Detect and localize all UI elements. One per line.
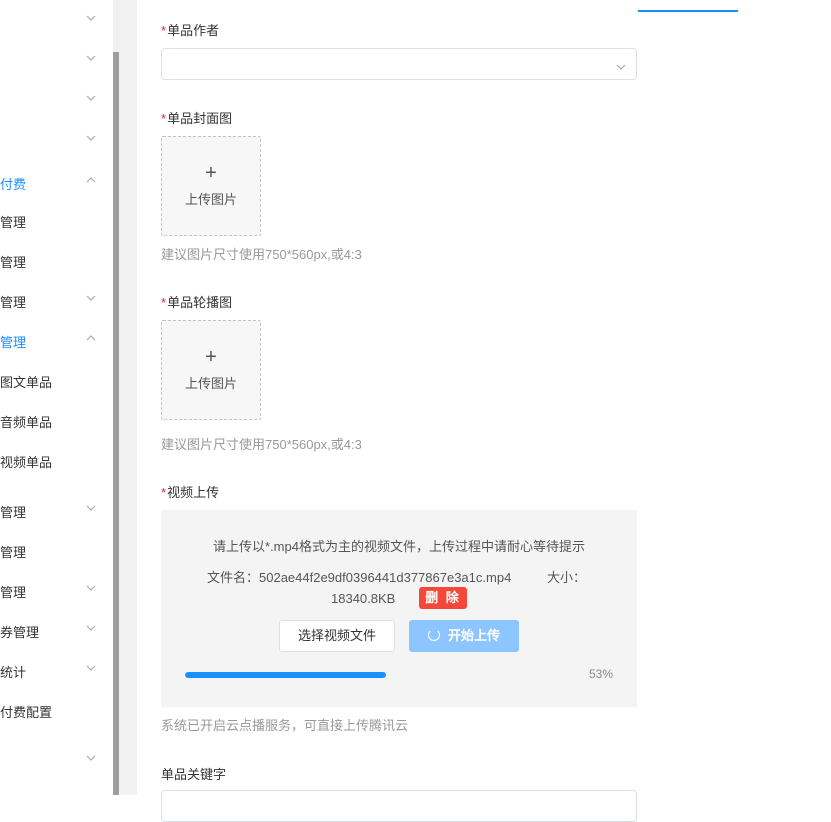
sidebar-item[interactable]	[0, 0, 113, 40]
cover-upload-button[interactable]: + 上传图片	[161, 136, 261, 236]
delete-button[interactable]: 删 除	[419, 587, 467, 609]
sidebar-item-label: 管理	[0, 255, 27, 270]
required-mark: *	[161, 295, 167, 310]
active-tab-indicator	[638, 10, 738, 12]
sidebar-item[interactable]: 视频单品	[0, 440, 113, 480]
video-hint: 系统已开启云点播服务，可直接上传腾讯云	[161, 718, 409, 733]
video-upload-panel: 请上传以*.mp4格式为主的视频文件，上传过程中请耐心等待提示 文件名：502a…	[161, 510, 637, 707]
required-mark: *	[161, 111, 167, 126]
sidebar-item[interactable]	[0, 80, 113, 120]
sidebar-item[interactable]: 付费配置	[0, 690, 113, 730]
sidebar-item-label: 统计	[0, 665, 27, 680]
sidebar-item[interactable]: 图文单品	[0, 360, 113, 400]
required-mark: *	[161, 23, 167, 38]
chevron-down-icon	[86, 504, 96, 514]
sidebar-item[interactable]: 管理	[0, 490, 113, 530]
carousel-label-text: 单品轮播图	[167, 295, 233, 310]
video-size-label: 大小：	[547, 570, 587, 585]
sidebar-item[interactable]: 管理	[0, 240, 113, 280]
loading-spinner-icon	[427, 629, 440, 641]
chevron-down-icon	[86, 294, 96, 304]
carousel-upload-text: 上传图片	[184, 376, 237, 391]
upload-progress-fill	[185, 672, 387, 678]
choose-video-button[interactable]: 选择视频文件	[279, 620, 395, 652]
cover-label-text: 单品封面图	[167, 111, 233, 126]
sidebar-item-label: 管理	[0, 215, 27, 230]
sidebar-item-label: 视频单品	[0, 455, 53, 470]
cover-label: *单品封面图	[161, 108, 232, 127]
sidebar-item-label: 图文单品	[0, 375, 53, 390]
sidebar-item[interactable]: 管理	[0, 200, 113, 240]
sidebar-item-label: 管理	[0, 505, 27, 520]
sidebar-item[interactable]: 管理	[0, 320, 113, 360]
chevron-up-icon	[86, 334, 96, 344]
sidebar-item[interactable]: 付费	[0, 162, 113, 202]
video-file-name: 文件名：502ae44f2e9df0396441d377867e3a1c.mp4	[207, 570, 512, 585]
sidebar-item[interactable]: 管理	[0, 280, 113, 320]
sidebar-item-label: 付费	[0, 177, 27, 192]
start-upload-button[interactable]: 开始上传	[409, 620, 519, 652]
sidebar-item-label: 管理	[0, 295, 27, 310]
plus-icon: +	[205, 162, 217, 184]
author-label-text: 单品作者	[167, 23, 220, 38]
author-label: *单品作者	[161, 20, 219, 39]
sidebar-item[interactable]: 统计	[0, 650, 113, 690]
chevron-down-icon	[86, 664, 96, 674]
sidebar-item[interactable]	[0, 40, 113, 80]
plus-icon: +	[205, 346, 217, 368]
chevron-down-icon	[86, 584, 96, 594]
chevron-down-icon	[86, 14, 96, 24]
chevron-down-icon	[86, 754, 96, 764]
sidebar-item[interactable]	[0, 120, 113, 160]
cover-upload-text: 上传图片	[184, 192, 237, 207]
author-select[interactable]	[161, 48, 637, 80]
upload-progress-bar	[185, 672, 565, 678]
sidebar-item[interactable]: 音频单品	[0, 400, 113, 440]
video-size-value: 18340.8KB	[331, 591, 396, 606]
start-upload-label: 开始上传	[447, 628, 500, 643]
chevron-down-icon	[86, 134, 96, 144]
chevron-down-icon	[616, 59, 626, 74]
sidebar-item[interactable]: 管理	[0, 570, 113, 610]
sidebar-item[interactable]	[0, 740, 113, 780]
sidebar-item-label: 管理	[0, 545, 27, 560]
sidebar-item[interactable]: 券管理	[0, 610, 113, 650]
carousel-hint: 建议图片尺寸使用750*560px,或4:3	[161, 437, 362, 452]
carousel-label: *单品轮播图	[161, 292, 232, 311]
sidebar-item[interactable]: 管理	[0, 530, 113, 570]
sidebar-item-label: 付费配置	[0, 705, 53, 720]
sidebar-item-label: 管理	[0, 585, 27, 600]
upload-progress-text: 53%	[589, 667, 614, 681]
carousel-upload-button[interactable]: + 上传图片	[161, 320, 261, 420]
chevron-down-icon	[86, 624, 96, 634]
sidebar-item-label: 券管理	[0, 625, 40, 640]
sidebar-item-label: 管理	[0, 335, 27, 350]
keyword-label: 单品关键字	[161, 767, 227, 782]
sidebar-item-label: 音频单品	[0, 415, 53, 430]
video-upload-prompt: 请上传以*.mp4格式为主的视频文件，上传过程中请耐心等待提示	[213, 539, 585, 554]
video-label: *视频上传	[161, 482, 219, 501]
content-gutter	[119, 0, 137, 795]
chevron-up-icon	[86, 176, 96, 186]
chevron-down-icon	[86, 54, 96, 64]
cover-hint: 建议图片尺寸使用750*560px,或4:3	[161, 247, 362, 262]
chevron-down-icon	[86, 94, 96, 104]
video-label-text: 视频上传	[167, 485, 220, 500]
sidebar: 付费 管理 管理 管理 管理 图文单品 音频单品 视频单品 管理 管理 管理 券管理 统计 付费配置	[0, 0, 113, 795]
required-mark: *	[161, 485, 167, 500]
